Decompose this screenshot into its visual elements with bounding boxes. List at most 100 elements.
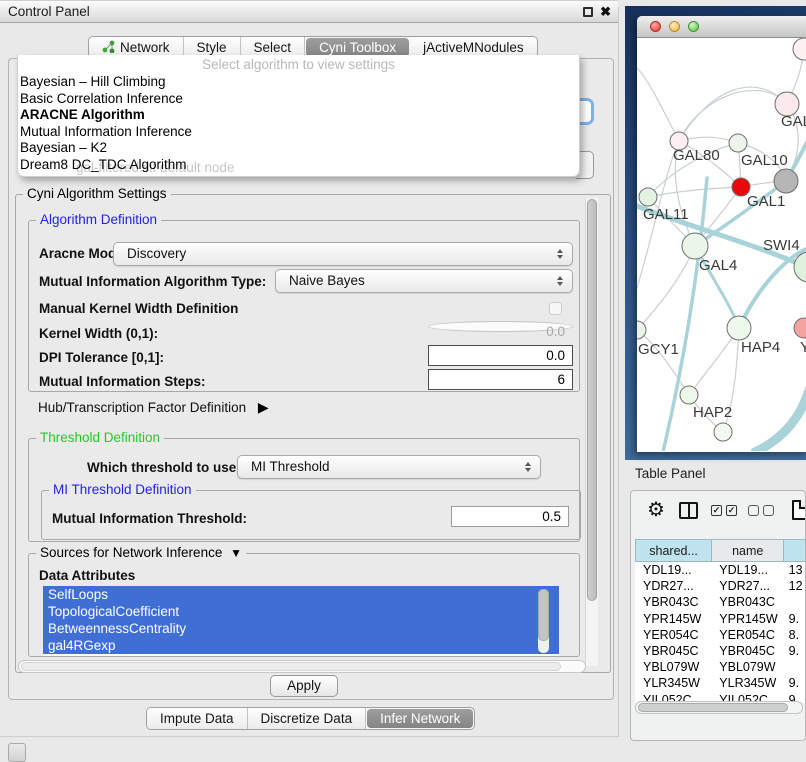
- list-scrollbar[interactable]: [538, 589, 549, 653]
- attribute-item[interactable]: gal4RGexp: [43, 637, 559, 654]
- table-cell[interactable]: YER054C: [635, 627, 711, 643]
- which-threshold-combobox[interactable]: MI Threshold: [237, 455, 541, 479]
- table-cell[interactable]: YPR145W: [711, 611, 783, 627]
- scrollbar-thumb[interactable]: [638, 703, 788, 712]
- kernel-width-field[interactable]: 0.0: [428, 321, 573, 332]
- new-table-icon[interactable]: [792, 500, 806, 520]
- aracne-mode-combobox[interactable]: Discovery: [113, 242, 573, 266]
- tab-infer-network[interactable]: Infer Network: [367, 709, 473, 728]
- table-cell[interactable]: 9.: [784, 675, 806, 691]
- scrollbar-thumb[interactable]: [587, 199, 597, 601]
- tab-impute-data[interactable]: Impute Data: [147, 708, 248, 729]
- table-cell[interactable]: 9.: [784, 643, 806, 659]
- table-cell[interactable]: YDR27...: [635, 578, 711, 594]
- close-traffic-light-icon[interactable]: [650, 21, 661, 32]
- algorithm-option[interactable]: Basic Correlation Inference: [18, 91, 579, 108]
- node-label: GAL80: [673, 147, 720, 164]
- table-cell[interactable]: YER054C: [711, 627, 783, 643]
- zoom-traffic-light-icon[interactable]: [688, 21, 699, 32]
- select-all-icon[interactable]: ✓: [711, 505, 722, 516]
- table-cell[interactable]: YBR045C: [711, 643, 783, 659]
- table-cell[interactable]: YDR27...: [711, 578, 783, 594]
- column-layout-icon[interactable]: [679, 502, 698, 519]
- table-cell[interactable]: YBR043C: [711, 594, 783, 610]
- network-node-gal11[interactable]: [639, 188, 657, 206]
- table-row[interactable]: YBL079WYBL079W: [635, 659, 806, 675]
- network-window-titlebar[interactable]: [637, 16, 806, 38]
- network-view-window[interactable]: GALGAL80GAL10GAL1GAL11GAL4SWI4GCY1HAP4YH…: [637, 16, 806, 452]
- table-cell[interactable]: YBL079W: [635, 659, 711, 675]
- table-row[interactable]: YER054CYER054C8.: [635, 627, 806, 643]
- network-edge: [679, 90, 787, 141]
- column-header[interactable]: name: [711, 539, 784, 562]
- attribute-item[interactable]: SelfLoops: [43, 586, 559, 603]
- table-cell[interactable]: YLR345W: [711, 675, 783, 691]
- network-node-gal4[interactable]: [682, 233, 708, 259]
- settings-horizontal-scrollbar[interactable]: [18, 660, 586, 673]
- restore-window-icon[interactable]: [583, 7, 593, 17]
- table-cell[interactable]: YBR043C: [635, 594, 711, 610]
- scrollbar-thumb[interactable]: [21, 662, 561, 671]
- network-canvas[interactable]: GALGAL80GAL10GAL1GAL11GAL4SWI4GCY1HAP4YH…: [637, 38, 806, 451]
- network-node-hap2[interactable]: [680, 386, 698, 404]
- column-header[interactable]: [783, 539, 806, 562]
- sources-group-label[interactable]: Sources for Network Inference ▼: [36, 545, 246, 561]
- network-node[interactable]: [774, 169, 798, 193]
- mi-steps-field[interactable]: 6: [428, 369, 573, 390]
- table-horizontal-scrollbar[interactable]: [635, 701, 803, 714]
- table-cell[interactable]: 8.: [784, 627, 806, 643]
- table-cell[interactable]: YBR045C: [635, 643, 711, 659]
- table-cell[interactable]: 9.: [784, 611, 806, 627]
- table-row[interactable]: YPR145WYPR145W9.: [635, 611, 806, 627]
- table-cell[interactable]: YBL079W: [711, 659, 783, 675]
- table-row[interactable]: YDL19...YDL19...13: [635, 562, 806, 578]
- close-icon[interactable]: ✖: [600, 4, 611, 20]
- table-cell[interactable]: [784, 659, 806, 675]
- table-cell[interactable]: [784, 594, 806, 610]
- algorithm-option[interactable]: Bayesian – K2: [18, 140, 579, 157]
- algorithm-option[interactable]: Dream8 DC_TDC Algorithm: [18, 157, 579, 174]
- sources-group: Sources for Network Inference ▼ Data Att…: [28, 553, 580, 657]
- scrollbar-thumb[interactable]: [538, 589, 549, 641]
- gear-icon[interactable]: ⚙: [647, 499, 665, 521]
- attribute-item[interactable]: TopologicalCoefficient: [43, 603, 559, 620]
- select-all-icon[interactable]: ✓: [726, 505, 737, 516]
- network-node-y[interactable]: [794, 318, 806, 338]
- table-cell[interactable]: YDL19...: [635, 562, 711, 578]
- apply-button[interactable]: Apply: [270, 675, 338, 697]
- table-row[interactable]: YBR043CYBR043C: [635, 594, 806, 610]
- hub-definition-toggle[interactable]: Hub/Transcription Factor Definition ▶: [38, 399, 269, 416]
- deselect-all-icon[interactable]: [748, 505, 759, 516]
- table-cell[interactable]: 12: [784, 578, 806, 594]
- algorithm-option[interactable]: ARACNE Algorithm: [18, 107, 579, 124]
- deselect-all-icon[interactable]: [763, 505, 774, 516]
- tab-label: Impute Data: [160, 711, 234, 726]
- algorithm-option[interactable]: Mutual Information Inference: [18, 124, 579, 141]
- attribute-item[interactable]: BetweennessCentrality: [43, 620, 559, 637]
- dpi-tolerance-field[interactable]: 0.0: [428, 345, 573, 366]
- network-node-hap4[interactable]: [727, 316, 751, 340]
- mi-algorithm-type-combobox[interactable]: Naive Bayes: [275, 269, 573, 293]
- minimize-traffic-light-icon[interactable]: [669, 21, 680, 32]
- mi-steps-label: Mutual Information Steps:: [39, 374, 206, 389]
- table-cell[interactable]: YPR145W: [635, 611, 711, 627]
- algorithm-option[interactable]: Bayesian – Hill Climbing: [18, 74, 579, 91]
- tab-discretize-data[interactable]: Discretize Data: [248, 708, 367, 729]
- network-node[interactable]: [793, 38, 806, 60]
- table-cell[interactable]: YDL19...: [711, 562, 783, 578]
- network-node-gal10[interactable]: [729, 134, 747, 152]
- table-row[interactable]: YLR345WYLR345W9.: [635, 675, 806, 691]
- sources-title: Sources for Network Inference: [40, 545, 222, 560]
- table-row[interactable]: YDR27...YDR27...12: [635, 578, 806, 594]
- mi-threshold-field[interactable]: 0.5: [451, 506, 569, 527]
- manual-kernel-width-checkbox[interactable]: [549, 302, 562, 315]
- table-row[interactable]: YBR045CYBR045C9.: [635, 643, 806, 659]
- node-label: GAL11: [643, 206, 689, 223]
- table-cell[interactable]: YLR345W: [635, 675, 711, 691]
- docked-panel-icon[interactable]: [8, 743, 26, 762]
- settings-vertical-scrollbar[interactable]: [585, 198, 598, 666]
- network-node[interactable]: [714, 423, 732, 441]
- data-attributes-list[interactable]: SelfLoopsTopologicalCoefficientBetweenne…: [43, 586, 559, 656]
- column-header[interactable]: shared...: [635, 539, 712, 562]
- table-cell[interactable]: 13: [784, 562, 806, 578]
